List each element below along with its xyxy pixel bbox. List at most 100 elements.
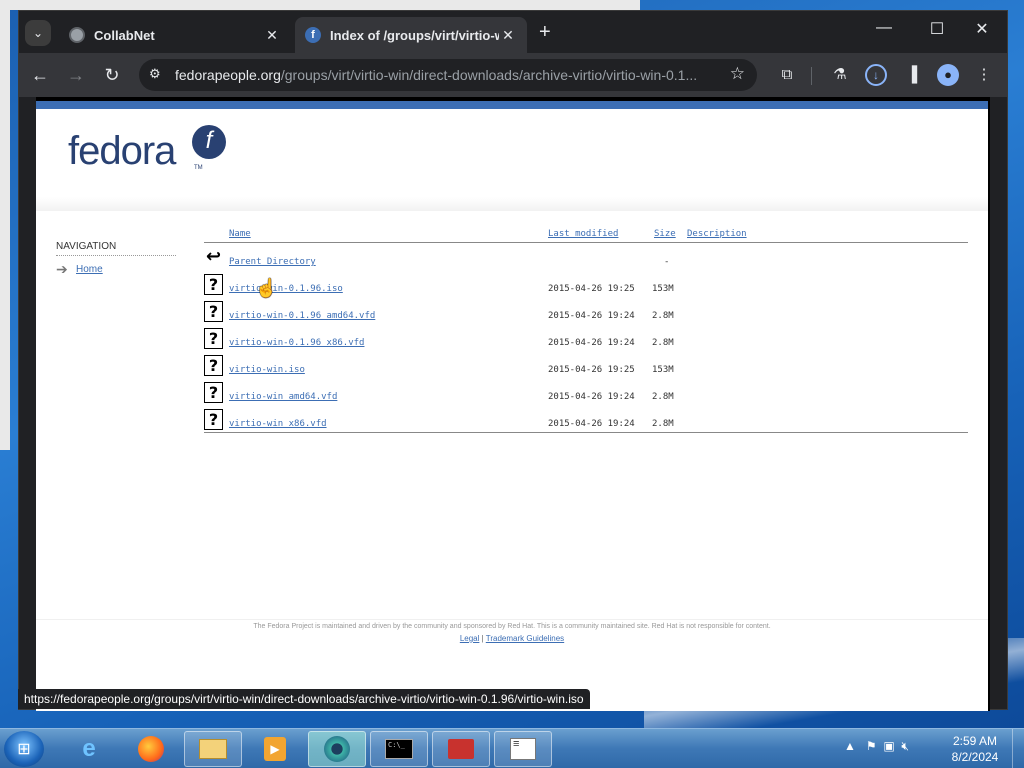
url-host: fedorapeople.org: [175, 67, 281, 83]
header-divider: [36, 197, 988, 211]
list-glyph: ≡: [510, 738, 536, 760]
side-panel-icon[interactable]: ▐: [901, 64, 923, 86]
table-row: ? virtio-win_x86.vfd 2015-04-26 19:24 2.…: [204, 405, 968, 432]
download-icon[interactable]: ↓: [865, 64, 887, 86]
modified-cell: 2015-04-26 19:24: [548, 338, 635, 348]
toolbox-icon[interactable]: [432, 731, 490, 767]
back-button[interactable]: ←: [29, 64, 51, 86]
volume-muted-icon[interactable]: 🔇︎: [901, 739, 909, 753]
folder-glyph: [199, 739, 227, 759]
address-bar[interactable]: ⚙ fedorapeople.org/groups/virt/virtio-wi…: [139, 59, 757, 91]
file-link[interactable]: virtio-win-0.1.96.iso: [229, 284, 343, 294]
file-link[interactable]: virtio-win-0.1.96_amd64.vfd: [229, 311, 375, 321]
task-list-icon[interactable]: ≡: [494, 731, 552, 767]
background-window-edge-top: [0, 0, 640, 10]
network-icon[interactable]: ▣: [883, 739, 894, 753]
link-status-bubble: https://fedorapeople.org/groups/virt/vir…: [18, 689, 590, 709]
file-link[interactable]: virtio-win_amd64.vfd: [229, 392, 337, 402]
fedora-infinity-icon: f: [192, 125, 226, 159]
toolbox-glyph: [448, 739, 474, 759]
ie-glyph: e: [82, 735, 96, 762]
firefox-glyph: [138, 736, 164, 762]
table-row: ? virtio-win-0.1.96.iso 2015-04-26 19:25…: [204, 270, 968, 297]
footer-links: Legal | Trademark Guidelines: [36, 634, 988, 643]
labs-flask-icon[interactable]: ⚗: [829, 64, 851, 86]
close-tab-icon[interactable]: ✕: [263, 27, 281, 44]
start-button[interactable]: ⊞: [4, 731, 44, 767]
reload-button[interactable]: ↻: [101, 64, 123, 86]
maximize-button[interactable]: ☐: [922, 19, 952, 39]
site-info-icon[interactable]: ⚙: [149, 66, 161, 82]
url-path: /groups/virt/virtio-win/direct-downloads…: [280, 67, 698, 83]
new-tab-button[interactable]: +: [539, 22, 551, 42]
chrome-taskbar-icon[interactable]: [308, 731, 366, 767]
show-desktop-button[interactable]: [1012, 729, 1024, 768]
modified-cell: 2015-04-26 19:25: [548, 284, 635, 294]
legal-link[interactable]: Legal: [460, 634, 480, 643]
tab-collabnet[interactable]: CollabNet ✕: [59, 17, 291, 53]
unknown-file-icon: ?: [204, 301, 223, 322]
fedora-logo[interactable]: fedora f TM: [68, 125, 226, 174]
logo-wordmark: fedora: [68, 129, 176, 173]
system-tray: ▲ ⚑ ▣ 🔇︎: [844, 739, 909, 754]
unknown-file-icon: ?: [204, 409, 223, 430]
unknown-file-icon: ?: [204, 274, 223, 295]
size-cell: -: [664, 257, 670, 267]
chevron-down-icon: ⌄: [32, 26, 44, 40]
modified-cell: 2015-04-26 19:24: [548, 419, 635, 429]
tab-title: Index of /groups/virt/virtio-wi: [330, 27, 499, 43]
unknown-file-icon: ?: [204, 382, 223, 403]
file-link[interactable]: virtio-win_x86.vfd: [229, 419, 327, 429]
tray-expand-icon[interactable]: ▲: [844, 739, 856, 753]
arrow-right-icon: →: [67, 65, 85, 85]
chrome-window: ⌄ CollabNet ✕ f Index of /groups/virt/vi…: [18, 10, 1008, 711]
clock-time: 2:59 AM: [952, 734, 998, 748]
play-icon: ▶: [264, 737, 286, 761]
trademark-link[interactable]: Trademark Guidelines: [486, 634, 564, 643]
modified-cell: 2015-04-26 19:24: [548, 311, 635, 321]
forward-button[interactable]: →: [65, 64, 87, 86]
page-viewport: fedora f TM NAVIGATION ➔ Home Name Last …: [36, 97, 990, 711]
navigation: NAVIGATION ➔ Home: [56, 241, 176, 277]
sort-name-link[interactable]: Name: [229, 229, 251, 239]
extensions-icon[interactable]: ⧉: [776, 64, 798, 86]
size-cell: 2.8M: [652, 311, 674, 321]
file-explorer-icon[interactable]: [184, 731, 242, 767]
command-prompt-icon[interactable]: C:\_: [370, 731, 428, 767]
firefox-icon[interactable]: [122, 731, 180, 767]
toolbar-separator: [811, 67, 812, 85]
menu-kebab-icon[interactable]: ⋮: [973, 64, 995, 86]
cmd-glyph: C:\_: [385, 739, 413, 759]
tab-search-button[interactable]: ⌄: [25, 20, 51, 46]
parent-directory-link[interactable]: Parent Directory: [229, 257, 316, 267]
media-player-icon[interactable]: ▶: [246, 731, 304, 767]
footer-divider: |: [481, 634, 484, 643]
minimize-button[interactable]: —: [869, 19, 899, 37]
arrow-right-icon: ➔: [56, 261, 68, 277]
logo-trademark: TM: [194, 165, 203, 171]
sort-description-link[interactable]: Description: [687, 229, 747, 239]
sort-size-link[interactable]: Size: [654, 229, 676, 239]
size-cell: 2.8M: [652, 392, 674, 402]
nav-home-link[interactable]: ➔ Home: [56, 261, 176, 277]
sort-modified-link[interactable]: Last modified: [548, 229, 618, 239]
web-page: fedora f TM NAVIGATION ➔ Home Name Last …: [36, 101, 988, 711]
url-text[interactable]: fedorapeople.org/groups/virt/virtio-win/…: [175, 67, 723, 83]
bookmark-star-icon[interactable]: ☆: [730, 64, 745, 84]
close-tab-icon[interactable]: ✕: [499, 27, 517, 44]
internet-explorer-icon[interactable]: e: [60, 731, 118, 767]
file-link[interactable]: virtio-win-0.1.96_x86.vfd: [229, 338, 364, 348]
globe-icon: [69, 27, 85, 43]
close-window-button[interactable]: ✕: [967, 19, 997, 39]
action-center-flag-icon[interactable]: ⚑: [866, 739, 877, 753]
arrow-left-icon: ←: [31, 65, 49, 85]
profile-avatar-icon[interactable]: ●: [937, 64, 959, 86]
directory-listing: Name Last modified Size Description ↩ Pa…: [204, 229, 968, 433]
background-window-edge: [0, 0, 10, 450]
tab-index-of[interactable]: f Index of /groups/virt/virtio-wi ✕: [295, 17, 527, 53]
windows-logo-icon: ⊞: [17, 741, 31, 758]
taskbar-clock[interactable]: 2:59 AM 8/2/2024: [940, 733, 1010, 765]
back-folder-icon: ↩: [204, 246, 223, 268]
file-link[interactable]: virtio-win.iso: [229, 365, 305, 375]
unknown-file-icon: ?: [204, 328, 223, 349]
